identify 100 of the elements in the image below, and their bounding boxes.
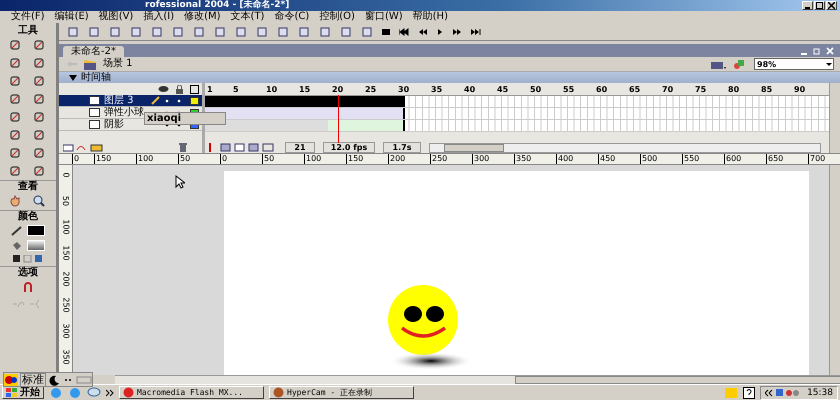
tooltip: xiaoqi	[144, 112, 226, 125]
collapse-arrow-icon[interactable]	[69, 74, 77, 80]
tray-icons-drawing[interactable]	[765, 388, 802, 398]
close-button[interactable]	[826, 1, 837, 10]
step-back-icon[interactable]	[418, 28, 428, 36]
menu-item[interactable]: 窗口(W)	[360, 11, 408, 23]
ruler-label: 700	[808, 154, 840, 164]
ruler-label: 300	[472, 154, 514, 164]
ruler-label: 0	[220, 154, 262, 164]
pencil-icon	[151, 96, 160, 105]
timeline-vertical-scrollbar[interactable]	[829, 83, 840, 153]
frame-number: 65	[629, 85, 642, 95]
ruler-label: 250	[60, 297, 72, 313]
app-icon	[273, 387, 284, 398]
menu-item[interactable]: 控制(O)	[314, 11, 360, 23]
menu-item[interactable]: 帮助(H)	[408, 11, 453, 23]
dropdown-arrow-icon	[825, 60, 833, 68]
frame-span[interactable]	[205, 108, 405, 119]
ruler-label: 250	[430, 154, 472, 164]
zoom-dropdown[interactable]: 98%	[754, 58, 834, 70]
help-icon[interactable]	[743, 386, 756, 398]
frame-number: 40	[464, 85, 476, 95]
color-buttons-icon[interactable]	[13, 255, 43, 263]
layer-name: 弹性小球	[104, 107, 144, 118]
minimize-button[interactable]	[802, 1, 813, 10]
ruler-label: 150	[94, 154, 136, 164]
app-icon	[123, 387, 134, 398]
restore-icon[interactable]	[813, 47, 821, 55]
frame-number: 60	[596, 85, 608, 95]
rewind-start-icon[interactable]	[399, 28, 409, 36]
ruler-label: 0	[72, 154, 94, 164]
frame-number: 30	[398, 85, 410, 95]
layer-buttons-icon[interactable]	[63, 143, 103, 152]
document-tab[interactable]: 未命名-2*	[63, 46, 124, 57]
taskbar-button[interactable]: HyperCam - 正在录制	[269, 386, 414, 399]
chat-bubble-icon[interactable]	[87, 386, 101, 398]
step-forward-icon[interactable]	[452, 28, 462, 36]
frame-number: 70	[662, 85, 674, 95]
layer-row[interactable]: 图层 3	[59, 95, 202, 107]
frame-number: 5	[233, 85, 240, 95]
moon-icon[interactable]	[48, 374, 60, 386]
layer-icon	[89, 108, 100, 117]
ruler-label: 400	[556, 154, 598, 164]
taskbar-button[interactable]: Macromedia Flash MX...	[119, 386, 264, 399]
zoom-icon[interactable]	[33, 195, 45, 207]
ruler-label: 0	[60, 172, 72, 178]
stroke-color-swatch[interactable]	[27, 225, 45, 236]
fill-color-swatch[interactable]	[27, 240, 45, 251]
frame-number: 45	[497, 85, 510, 95]
go-to-end-icon[interactable]	[471, 28, 481, 36]
close-icon[interactable]	[826, 47, 834, 55]
windows-logo-icon	[6, 388, 18, 398]
timeline-scrollbar[interactable]	[429, 142, 821, 152]
frame-number: 20	[332, 85, 344, 95]
current-frame: 21	[285, 142, 315, 153]
elapsed-time: 1.7s	[383, 142, 421, 153]
lock-icon[interactable]	[175, 84, 184, 94]
layer-name: 阴影	[104, 119, 124, 130]
menu-item[interactable]: 修改(M)	[179, 11, 226, 23]
ruler-label: 450	[598, 154, 640, 164]
ruler-label: 350	[60, 349, 72, 365]
input-mode-label[interactable]: 标准	[20, 372, 46, 386]
stop-icon[interactable]	[382, 28, 390, 36]
panel-title: 工具	[17, 25, 39, 36]
menu-item[interactable]: 编辑(E)	[50, 11, 94, 23]
close-icon	[828, 2, 835, 9]
start-button[interactable]: 开始	[2, 386, 44, 399]
ruler-label: 50	[178, 154, 220, 164]
ruler-label: 50	[262, 154, 304, 164]
layer-icon	[89, 120, 100, 129]
maximize-button[interactable]	[814, 1, 825, 10]
frame-number: 25	[365, 85, 378, 95]
eye-icon[interactable]	[158, 85, 169, 93]
ruler-label: 550	[682, 154, 724, 164]
outline-icon[interactable]	[190, 84, 199, 94]
section-title: 选项	[0, 266, 56, 278]
clapper-icon	[83, 58, 97, 70]
ime-logo-icon[interactable]	[4, 374, 18, 386]
horizontal-scrollbar[interactable]	[115, 375, 840, 384]
menu-item[interactable]: 插入(I)	[138, 11, 180, 23]
frame-span[interactable]	[205, 120, 405, 131]
layer-icon	[89, 96, 100, 105]
frame-number: 35	[431, 85, 444, 95]
more-icon[interactable]	[106, 388, 114, 396]
menu-item[interactable]: 命令(C)	[269, 11, 314, 23]
menu-item[interactable]: 文本(T)	[226, 11, 270, 23]
smiley-face-drawing[interactable]	[387, 284, 459, 356]
layer-color-icon[interactable]	[190, 96, 199, 104]
ruler-label: 200	[60, 271, 72, 287]
trash-icon[interactable]	[178, 143, 188, 152]
frame-number: 85	[761, 85, 774, 95]
section-title: 颜色	[0, 210, 56, 222]
play-icon[interactable]	[437, 28, 443, 36]
layer-name: 图层 3	[104, 95, 134, 106]
menu-item[interactable]: 视图(V)	[94, 11, 138, 23]
menu-item[interactable]: 文件(F)	[6, 11, 50, 23]
ruler-label: 100	[136, 154, 178, 164]
frame-rate: 12.0 fps	[323, 142, 375, 153]
frame-number: 1	[206, 85, 214, 95]
panel-title: 时间轴	[81, 72, 111, 83]
